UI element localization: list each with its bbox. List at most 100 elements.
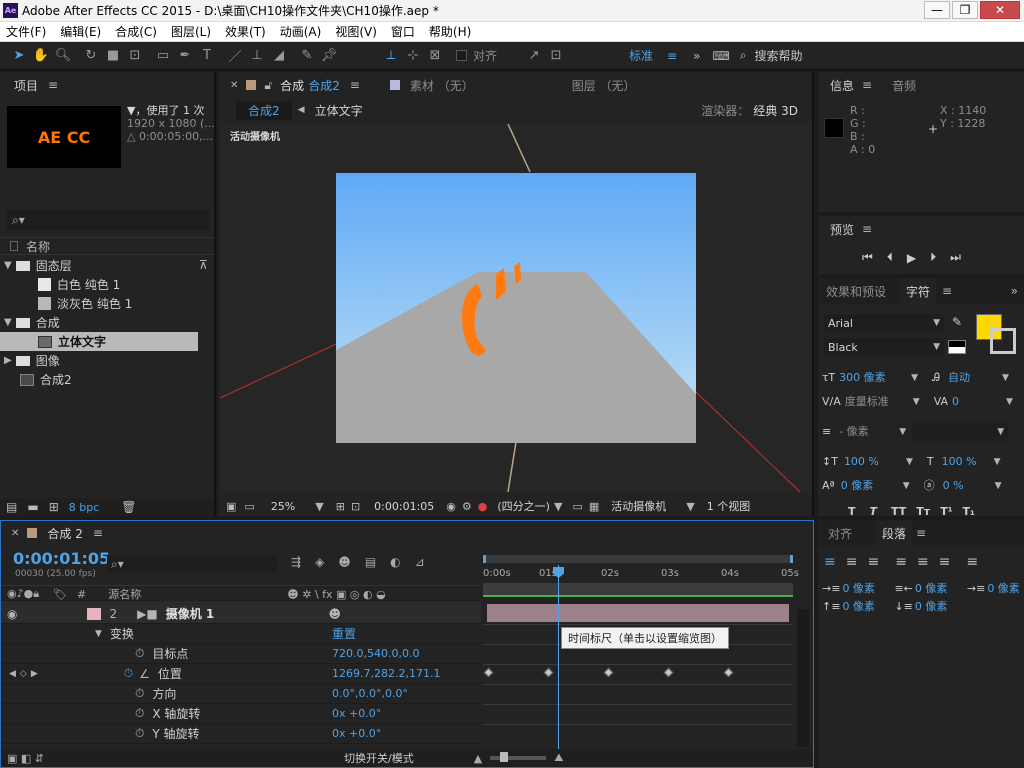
- resolution-dropdown[interactable]: (四分之一): [497, 498, 550, 514]
- layer-row-camera[interactable]: ◉ 2 ▶■ 摄像机 1 ☻: [1, 604, 481, 624]
- brush-tool-icon[interactable]: ／: [224, 45, 246, 67]
- stopwatch-icon[interactable]: ⏱: [135, 646, 144, 661]
- last-frame-icon[interactable]: ⏭: [950, 250, 961, 265]
- comp-timecode[interactable]: 0:00:01:05: [374, 500, 434, 513]
- camera-layer-bar[interactable]: [487, 604, 789, 622]
- keyframe-1[interactable]: [543, 667, 554, 678]
- eraser-tool-icon[interactable]: ◢: [268, 45, 290, 67]
- previous-frame-icon[interactable]: ⏴: [887, 250, 893, 265]
- tree-item-comp2[interactable]: 合成2: [0, 370, 198, 389]
- vertical-scale-value[interactable]: 100 %: [844, 450, 906, 474]
- hand-tool-icon[interactable]: ✋: [30, 45, 52, 67]
- rectangle-tool-icon[interactable]: ▭: [152, 45, 174, 67]
- motion-blur-icon[interactable]: ◐: [390, 555, 400, 569]
- menu-item-effect[interactable]: 效果(T): [225, 23, 266, 40]
- view-axis-icon[interactable]: ⊠: [424, 45, 446, 67]
- rotate-tool-icon[interactable]: ↻: [80, 45, 102, 67]
- first-line-indent-value[interactable]: 0 像素: [987, 580, 1020, 598]
- pen-tool-icon[interactable]: ✒: [174, 45, 196, 67]
- menu-item-layer[interactable]: 图层(L): [171, 23, 211, 40]
- new-comp-icon[interactable]: ⊞: [49, 500, 59, 514]
- camera-tool-icon[interactable]: ■: [102, 45, 124, 67]
- stopwatch-icon[interactable]: ⏱: [135, 686, 144, 701]
- workspace-overflow-icon[interactable]: »: [693, 49, 700, 63]
- add-keyframe-icon[interactable]: ◇: [20, 669, 27, 679]
- project-search[interactable]: ⌕▾: [6, 210, 210, 230]
- tree-item-comps-folder[interactable]: ▼ 合成: [0, 313, 198, 332]
- comp-tab-name[interactable]: 合成2: [308, 77, 340, 94]
- menu-item-file[interactable]: 文件(F): [6, 23, 46, 40]
- zoom-slider[interactable]: [490, 752, 547, 762]
- prop-value[interactable]: 0.0°,0.0°,0.0°: [332, 687, 408, 700]
- zoom-dropdown-arrow-icon[interactable]: ▼: [315, 500, 323, 513]
- justify-last-right-icon[interactable]: ≡: [939, 554, 951, 570]
- keyframe-4[interactable]: [723, 667, 734, 678]
- snap-option-icon[interactable]: ↗: [523, 45, 545, 67]
- prop-row-orientation[interactable]: ⏱ 方向 0.0°,0.0°,0.0°: [1, 684, 481, 704]
- tree-item-images-folder[interactable]: ▶ 图像: [0, 351, 198, 370]
- shy-switch-icon[interactable]: ☻: [328, 607, 341, 621]
- menu-item-help[interactable]: 帮助(H): [429, 23, 471, 40]
- prop-value[interactable]: 0x +0.0°: [332, 707, 381, 720]
- info-menu-icon[interactable]: ≡: [862, 78, 872, 92]
- visibility-icon[interactable]: ◉: [7, 607, 17, 621]
- lock-icon[interactable]: [246, 80, 257, 90]
- tree-item-solids-folder[interactable]: ▼ 固态层: [0, 256, 198, 275]
- stopwatch-icon[interactable]: ⏱: [135, 726, 144, 741]
- timeline-scrollbar[interactable]: [797, 609, 809, 747]
- footage-tab[interactable]: 素材 （无）: [410, 77, 474, 94]
- zoom-tool-icon[interactable]: 🔍︎: [52, 45, 74, 67]
- layer-tab[interactable]: 图层 （无）: [572, 77, 636, 94]
- frame-blending-icon[interactable]: ▤: [365, 555, 376, 569]
- prop-value[interactable]: 720.0,540.0,0.0: [332, 647, 419, 660]
- close-timeline-icon[interactable]: ✕: [11, 528, 19, 539]
- padlock-icon[interactable]: 🔓︎: [264, 78, 272, 93]
- time-ruler[interactable]: 0:00s 01s 02s 03s 04s 05s: [483, 565, 799, 581]
- paragraph-tab[interactable]: 段落: [876, 520, 913, 546]
- space-before-value[interactable]: 0 像素: [842, 598, 894, 616]
- zoom-out-icon[interactable]: ▲: [474, 752, 482, 765]
- project-tab[interactable]: 项目: [14, 77, 38, 94]
- audio-tab[interactable]: 音频: [892, 77, 916, 94]
- prop-row-x-rotation[interactable]: ⏱ X 轴旋转 0x +0.0°: [1, 704, 481, 724]
- align-tab[interactable]: 对齐: [828, 525, 852, 542]
- source-name-header[interactable]: 源名称: [108, 586, 141, 602]
- prop-row-y-rotation[interactable]: ⏱ Y 轴旋转 0x +0.0°: [1, 724, 481, 744]
- character-tab[interactable]: 字符: [900, 278, 937, 304]
- project-menu-icon[interactable]: ≡: [48, 78, 58, 92]
- first-frame-icon[interactable]: ⏮: [862, 250, 873, 265]
- prop-value[interactable]: 0x +0.0°: [332, 727, 381, 740]
- draft-3d-icon[interactable]: ◈: [315, 555, 324, 569]
- transform-group-row[interactable]: ▼ 变换 重置: [1, 624, 481, 644]
- tracking-value[interactable]: 0: [952, 390, 1006, 414]
- delete-icon[interactable]: 🗑︎: [121, 500, 136, 514]
- toggle-switches-modes[interactable]: 切换开关/模式: [344, 750, 414, 766]
- effects-presets-tab[interactable]: 效果和预设: [826, 283, 886, 300]
- view-camera-dropdown[interactable]: 活动摄像机: [611, 498, 666, 514]
- views-dropdown[interactable]: 1 个视图: [707, 498, 751, 514]
- current-time-indicator[interactable]: [558, 565, 559, 751]
- menu-item-window[interactable]: 窗口: [391, 23, 415, 40]
- type-tool-icon[interactable]: T: [196, 45, 218, 67]
- tree-item-gray-solid[interactable]: 淡灰色 纯色 1: [0, 294, 198, 313]
- reset-link[interactable]: 重置: [332, 625, 356, 642]
- menu-item-view[interactable]: 视图(V): [335, 23, 377, 40]
- safe-margins-icon[interactable]: ⊞: [336, 500, 345, 513]
- layer-label-swatch[interactable]: [87, 607, 102, 620]
- view-camera-arrow-icon[interactable]: ▼: [686, 500, 694, 513]
- graph-icon[interactable]: ∠: [139, 667, 150, 681]
- menu-item-animation[interactable]: 动画(A): [280, 23, 322, 40]
- preview-snapshot-icon[interactable]: ▣: [226, 500, 236, 513]
- color-channels-icon[interactable]: ●: [478, 500, 488, 513]
- stroke-color-swatch[interactable]: [990, 328, 1016, 354]
- prop-value[interactable]: 1269.7,282.2,171.1: [332, 667, 440, 680]
- breadcrumb-next[interactable]: 立体文字: [315, 102, 363, 119]
- workspace-standard[interactable]: 标准: [629, 47, 653, 64]
- prop-row-position[interactable]: ◀ ◇ ▶ ⏱ ∠ 位置 1269.7,282.2,171.1: [1, 664, 481, 684]
- menu-item-composition[interactable]: 合成(C): [115, 23, 157, 40]
- keyframe-3[interactable]: [663, 667, 674, 678]
- new-folder-icon[interactable]: ▬: [27, 500, 38, 514]
- flowchart-icon[interactable]: ⊼: [199, 258, 208, 272]
- menu-item-edit[interactable]: 编辑(E): [60, 23, 101, 40]
- align-center-icon[interactable]: ≡: [846, 554, 858, 570]
